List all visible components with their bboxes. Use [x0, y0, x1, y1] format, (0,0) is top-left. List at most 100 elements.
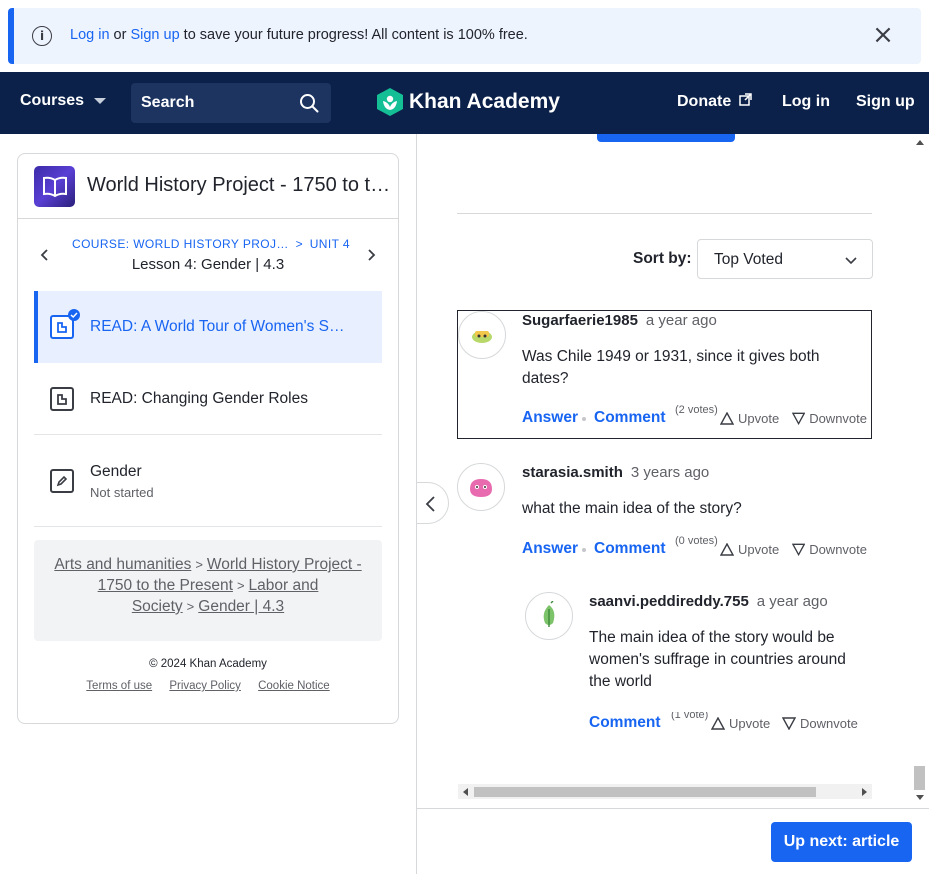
downvote-label: Downvote [800, 716, 858, 731]
book-icon [42, 176, 67, 197]
scroll-left-arrow[interactable] [463, 788, 468, 796]
avatar [525, 592, 573, 640]
comment-author[interactable]: Sugarfaerie1985 a year ago [522, 312, 717, 329]
author-name: saanvi.peddireddy.755 [589, 593, 749, 610]
chevron-down-icon [845, 257, 857, 265]
lesson-item-world-tour[interactable]: READ: A World Tour of Women's S… [34, 291, 382, 363]
banner-message: Log in or Sign up to save your future pr… [70, 27, 528, 43]
lesson-item-gender-roles[interactable]: READ: Changing Gender Roles [34, 363, 382, 435]
downvote-label: Downvote [809, 411, 867, 426]
discussion-panel: Sort by: Top Voted Sugarfaerie1985 a year… [416, 134, 929, 874]
scroll-up-arrow[interactable] [916, 140, 924, 145]
sort-label: Sort by: [633, 250, 692, 267]
upvote-button[interactable]: Upvote [720, 411, 779, 426]
cookie-link[interactable]: Cookie Notice [258, 680, 330, 692]
chevron-left-icon [425, 496, 435, 512]
upvote-button[interactable]: Upvote [711, 716, 770, 731]
downvote-icon [792, 543, 806, 556]
upvote-label: Upvote [738, 542, 780, 557]
comment-time: 3 years ago [630, 464, 710, 481]
bottom-bar: Up next: article [417, 808, 929, 874]
downvote-button[interactable]: Downvote [792, 542, 867, 557]
lesson-navigator: COURSE: WORLD HISTORY PROJ… > UNIT 4 Les… [34, 234, 382, 278]
comment-button[interactable]: Comment [594, 540, 665, 558]
top-nav: Courses Khan Academy Donate Log in Sign … [0, 72, 929, 134]
horizontal-scrollbar[interactable] [458, 784, 872, 799]
lesson-breadcrumb: COURSE: WORLD HISTORY PROJ… > UNIT 4 [72, 237, 350, 251]
khan-academy-logo[interactable]: Khan Academy [377, 88, 560, 116]
search-icon[interactable] [299, 93, 319, 113]
pencil-icon [50, 469, 74, 493]
terms-link[interactable]: Terms of use [86, 680, 152, 692]
downvote-button[interactable]: Downvote [792, 411, 867, 426]
breadcrumb-link[interactable]: Gender | 4.3 [198, 598, 284, 615]
article-icon [50, 309, 80, 339]
breadcrumb-separator: > [186, 599, 195, 614]
comment-time: a year ago [645, 312, 717, 329]
breadcrumb-link[interactable]: Arts and humanities [54, 556, 191, 573]
lesson-item-label: READ: A World Tour of Women's S… [90, 318, 345, 335]
donate-link[interactable]: Donate [677, 93, 752, 111]
breadcrumb: Arts and humanities > World History Projec… [34, 540, 382, 641]
upvote-label: Upvote [738, 411, 780, 426]
check-badge-icon [68, 309, 80, 321]
footer-links: Terms of use Privacy Policy Cookie Notic… [18, 680, 398, 692]
lesson-item-label: Gender [90, 463, 142, 480]
breadcrumb-separator: > [195, 557, 203, 572]
course-sidebar: World History Project - 1750 to t… COURS… [17, 153, 399, 724]
courses-menu-button[interactable]: Courses [20, 92, 107, 110]
lesson-item-status: Not started [90, 485, 154, 500]
comment-author[interactable]: saanvi.peddireddy.755 a year ago [589, 593, 828, 610]
course-header: World History Project - 1750 to t… [18, 154, 398, 219]
course-title[interactable]: World History Project - 1750 to t… [87, 174, 397, 197]
vertical-scrollbar[interactable] [912, 134, 927, 806]
scroll-thumb[interactable] [914, 766, 925, 790]
answer-button[interactable]: Answer [522, 409, 578, 427]
vote-count: (1 vote) [671, 712, 709, 721]
signup-link[interactable]: Sign up [856, 93, 915, 111]
upvote-label: Upvote [729, 716, 771, 731]
search-input[interactable] [131, 83, 291, 123]
downvote-label: Downvote [809, 542, 867, 557]
collapse-sidebar-button[interactable] [417, 482, 449, 524]
author-name: starasia.smith [522, 464, 623, 481]
downvote-icon [782, 717, 796, 730]
upvote-icon [720, 543, 734, 556]
scroll-down-arrow[interactable] [916, 795, 924, 800]
close-icon[interactable]: × [871, 22, 895, 48]
comment-actions: Answer Comment (0 votes) Upvote Downvote [522, 535, 867, 568]
comment-button[interactable]: Comment [589, 714, 660, 732]
partial-button[interactable] [597, 134, 735, 142]
chevron-right-icon[interactable] [364, 248, 378, 262]
sort-select[interactable]: Top Voted [697, 239, 873, 279]
divider [457, 213, 872, 214]
up-next-button[interactable]: Up next: article [771, 822, 912, 862]
comment-actions: Comment (1 vote) Upvote Downvote [589, 712, 872, 742]
answer-button[interactable]: Answer [522, 540, 578, 558]
login-link[interactable]: Log in [782, 93, 830, 111]
downvote-button[interactable]: Downvote [782, 716, 862, 731]
banner-signup-link[interactable]: Sign up [130, 27, 179, 43]
article-icon [50, 387, 74, 411]
banner-or-text: or [109, 27, 131, 43]
comment-author[interactable]: starasia.smith 3 years ago [522, 464, 709, 481]
breadcrumb-separator: > [236, 578, 245, 593]
upvote-button[interactable]: Upvote [720, 542, 779, 557]
comment-time: a year ago [756, 593, 828, 610]
privacy-link[interactable]: Privacy Policy [169, 680, 241, 692]
scroll-right-arrow[interactable] [862, 788, 867, 796]
reply-card: saanvi.peddireddy.755 a year ago The main… [525, 592, 872, 742]
avatar [457, 463, 505, 511]
upvote-icon [720, 412, 734, 425]
course-thumbnail [34, 166, 75, 207]
crumb-course-link[interactable]: COURSE: WORLD HISTORY PROJ… [72, 237, 289, 251]
author-name: Sugarfaerie1985 [522, 312, 638, 329]
crumb-unit-link[interactable]: UNIT 4 [310, 237, 350, 251]
comment-button[interactable]: Comment [594, 409, 665, 427]
separator-dot [582, 417, 586, 421]
lesson-item-gender-quiz[interactable]: Gender Not started [34, 435, 382, 527]
crumb-separator: > [295, 237, 303, 251]
scroll-thumb[interactable] [474, 787, 816, 797]
banner-login-link[interactable]: Log in [70, 27, 110, 43]
lesson-item-label: READ: Changing Gender Roles [90, 390, 308, 407]
